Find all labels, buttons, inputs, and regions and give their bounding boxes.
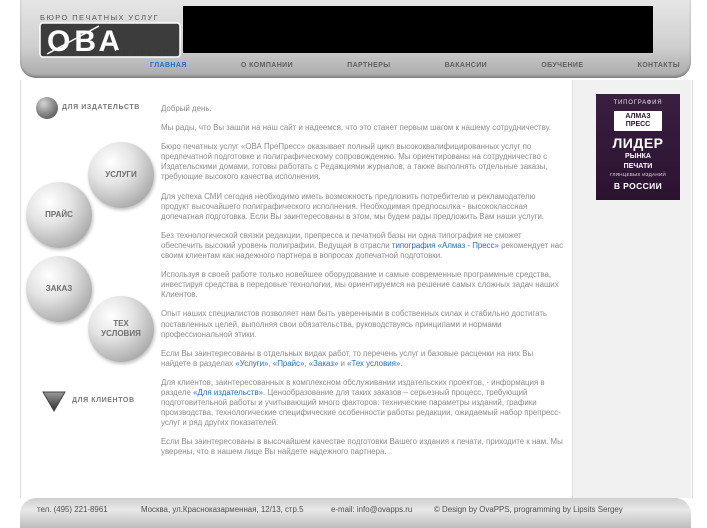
almaz-press-link[interactable]: типография «Алмаз - Пресс»: [392, 241, 499, 250]
main-nav: ГЛАВНАЯ О КОМПАНИИ ПАРТНЕРЫ ВАКАНСИИ ОБУ…: [150, 62, 680, 74]
services-button[interactable]: УСЛУГИ: [88, 142, 154, 208]
nav-contacts[interactable]: КОНТАКТЫ: [638, 62, 680, 74]
paragraph-sections: Если Вы заинтересованы в отдельных видах…: [161, 348, 534, 368]
paragraph-experience: Опыт наших специалистов позволяет нам бы…: [161, 309, 548, 339]
paragraph-invite: Если Вы заинтересованы в высочайшем каче…: [161, 437, 563, 457]
logo-sub: ПРЕ ПРЕСС: [108, 48, 171, 58]
promo-line3: ГЛЯНЦЕВЫХ ИЗДАНИЙ: [609, 172, 667, 177]
promo-line1: РЫНКА: [625, 153, 651, 160]
price-button-label: ПРАЙС: [45, 210, 73, 219]
nav-training[interactable]: ОБУЧЕНИЕ: [541, 62, 583, 74]
nav-partners[interactable]: ПАРТНЕРЫ: [347, 62, 390, 74]
tech-conditions-link[interactable]: «Тех условия»: [347, 359, 400, 368]
main-content: Добрый день. Мы рады, что Вы зашли на на…: [161, 104, 565, 467]
clients-label[interactable]: ДЛЯ КЛИЕНТОВ: [72, 397, 135, 404]
tech-button-label-line2: УСЛОВИЯ: [101, 329, 141, 338]
footer-email[interactable]: e-mail: info@ovapps.ru: [331, 505, 412, 514]
order-link[interactable]: «Заказ»: [309, 359, 338, 368]
promo-label: ТИПОГРАФИЯ: [613, 100, 663, 106]
nav-home[interactable]: ГЛАВНАЯ: [150, 62, 187, 74]
promo-line2: ПЕЧАТИ: [623, 163, 653, 170]
almaz-press-promo[interactable]: ТИПОГРАФИЯ АЛМАЗ ПРЕСС ЛИДЕР РЫНКА ПЕЧАТ…: [596, 94, 680, 200]
logo-tagline: БЮРО ПЕЧАТНЫХ УСЛУГ: [40, 13, 160, 22]
promo-headline: ЛИДЕР: [612, 135, 664, 151]
footer-credits: © Design by OvaPPS, programming by Lipsi…: [434, 505, 623, 514]
order-button[interactable]: ЗАКАЗ: [26, 256, 92, 322]
services-link[interactable]: «Услуги»: [235, 359, 268, 368]
tech-button-label-line1: ТЕХ: [113, 319, 129, 328]
tech-conditions-button[interactable]: ТЕХ УСЛОВИЯ: [88, 296, 154, 362]
paragraph-about: Бюро печатных услуг «ОВА ПреПресс» оказы…: [161, 142, 548, 182]
clients-arrow-icon: [42, 391, 66, 412]
footer-address: Москва, ул.Красноказарменная, 12/13, стр…: [141, 505, 304, 514]
publishers-label[interactable]: ДЛЯ ИЗДАТЕЛЬСТВ: [62, 104, 140, 111]
promo-brand-logo: АЛМАЗ ПРЕСС: [614, 111, 662, 131]
header: БЮРО ПЕЧАТНЫХ УСЛУГ ОВА ПРЕ ПРЕСС ГЛАВНА…: [20, 0, 691, 78]
greeting: Добрый день.: [161, 104, 212, 113]
paragraph-media: Для успеха СМИ сегодня необходимо иметь …: [161, 191, 545, 221]
services-button-label: УСЛУГИ: [105, 170, 137, 179]
nav-about[interactable]: О КОМПАНИИ: [241, 62, 293, 74]
header-banner: [183, 6, 653, 53]
promo-line4: В РОССИИ: [613, 181, 663, 191]
paragraph-intro: Мы рады, что Вы зашли на наш сайт и наде…: [161, 123, 551, 133]
paragraph-equipment: Используя в своей работе только новейшее…: [161, 270, 559, 300]
footer: тел. (495) 221-8961 Москва, ул.Красноказ…: [20, 498, 691, 528]
for-publishers-link[interactable]: «Для издательств»: [193, 388, 263, 397]
price-link[interactable]: «Прайс»: [273, 359, 305, 368]
paragraph-clients: Для клиентов, заинтересованных в комплек…: [161, 377, 561, 428]
paragraph-partner: Без технологической связки редакции, пре…: [161, 230, 564, 261]
publishers-bullet-icon: [36, 97, 58, 119]
order-button-label: ЗАКАЗ: [45, 284, 73, 293]
nav-vacancies[interactable]: ВАКАНСИИ: [445, 62, 487, 74]
footer-phone: тел. (495) 221-8961: [37, 505, 108, 514]
price-button[interactable]: ПРАЙС: [26, 182, 92, 248]
